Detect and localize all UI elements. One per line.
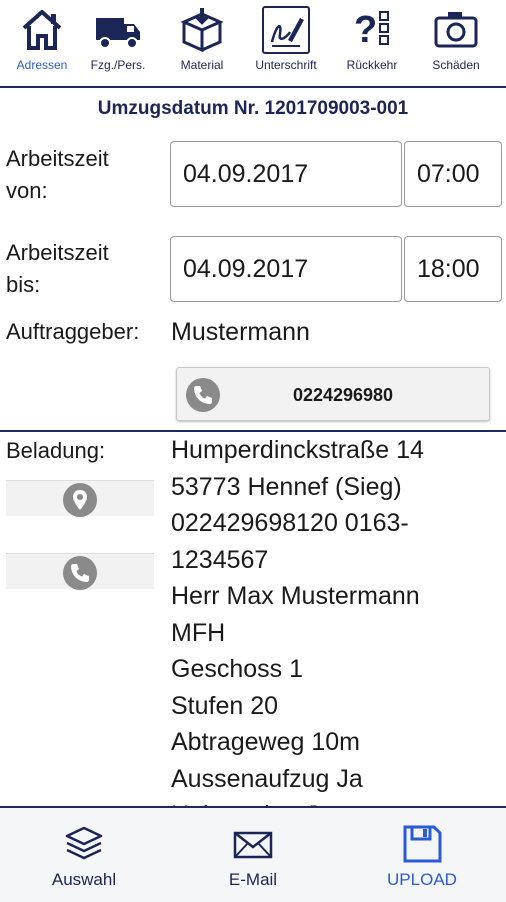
call-client-button[interactable]: 0224296980 — [176, 367, 490, 421]
label-line: von: — [6, 178, 48, 203]
address-line: 022429698120 0163- — [171, 509, 409, 537]
signature-icon — [270, 18, 304, 47]
worktime-from-date-field[interactable]: 04.09.2017 — [170, 141, 402, 207]
toolbar-label: Auswahl — [51, 870, 117, 889]
upload-button[interactable]: UPLOAD — [338, 808, 506, 902]
phone-icon — [63, 556, 97, 590]
tab-unterschrift[interactable]: Unterschrift — [244, 0, 328, 86]
call-loading-contact-button[interactable] — [6, 553, 154, 590]
worktime-to-label: Arbeitszeit bis: — [6, 237, 109, 301]
layers-icon — [65, 826, 103, 860]
tab-material[interactable]: Material — [160, 0, 244, 86]
tab-label: Schäden — [432, 58, 480, 72]
tab-adressen[interactable]: Adressen — [0, 0, 84, 86]
top-navigation: Adressen Fzg./Pers. Material Unterschrif… — [0, 0, 506, 88]
client-label: Auftraggeber: — [6, 319, 140, 344]
label-line: Arbeitszeit — [6, 240, 109, 265]
worktime-from-label: Arbeitszeit von: — [6, 143, 109, 207]
svg-text:?: ? — [354, 9, 377, 51]
show-map-button[interactable] — [6, 480, 154, 517]
address-line: Abtrageweg 10m — [171, 728, 361, 756]
address-line: 1234567 — [171, 545, 269, 574]
address-line: Herr Max Mustermann — [171, 582, 420, 610]
truck-icon — [96, 18, 140, 49]
label-line: bis: — [6, 272, 41, 297]
address-line: Stufen 20 — [171, 691, 279, 720]
client-phone-number: 0224296980 — [292, 385, 394, 405]
address-line: Aussenaufzug Ja — [171, 764, 363, 793]
tab-rueckkehr[interactable]: ? Rückkehr — [330, 0, 414, 86]
bottom-toolbar: Auswahl E-Mail UPLOAD — [0, 806, 506, 902]
camera-icon — [434, 12, 478, 48]
label-line: Arbeitszeit — [6, 146, 109, 171]
toolbar-label: E-Mail — [228, 870, 278, 889]
loading-label: Beladung: — [6, 438, 106, 463]
tab-schaeden[interactable]: Schäden — [414, 0, 498, 86]
toolbar-label: UPLOAD — [387, 870, 457, 889]
client-name: Mustermann — [171, 318, 310, 346]
auswahl-button[interactable]: Auswahl — [0, 808, 168, 902]
tab-label: Adressen — [16, 58, 68, 72]
house-icon — [22, 10, 62, 50]
questionnaire-icon: ? — [354, 9, 389, 51]
envelope-icon — [233, 831, 273, 859]
address-line: Halteverbot Ja — [171, 797, 501, 806]
tab-label: Rückkehr — [346, 58, 398, 72]
worktime-to-time-field[interactable]: 18:00 — [404, 236, 502, 302]
address-line: Geschoss 1 — [171, 655, 304, 683]
floppy-disk-icon — [403, 825, 442, 863]
tab-label: Fzg./Pers. — [90, 58, 146, 72]
loading-address-block: Humperdinckstraße 14 53773 Hennef (Sieg)… — [171, 432, 501, 806]
box-icon — [180, 8, 224, 52]
email-button[interactable]: E-Mail — [169, 808, 337, 902]
tab-label: Material — [180, 58, 224, 72]
address-line: Humperdinckstraße 14 — [171, 436, 424, 464]
address-line: MFH — [171, 618, 226, 647]
map-pin-icon — [63, 483, 97, 517]
worktime-from-time-field[interactable]: 07:00 — [404, 141, 502, 207]
worktime-to-date-field[interactable]: 04.09.2017 — [170, 236, 402, 302]
tab-fahrzeug-personal[interactable]: Fzg./Pers. — [76, 0, 160, 86]
page-title: Umzugsdatum Nr. 1201709003-001 — [97, 98, 409, 119]
address-line: 53773 Hennef (Sieg) — [171, 472, 402, 501]
tab-label: Unterschrift — [255, 58, 317, 72]
